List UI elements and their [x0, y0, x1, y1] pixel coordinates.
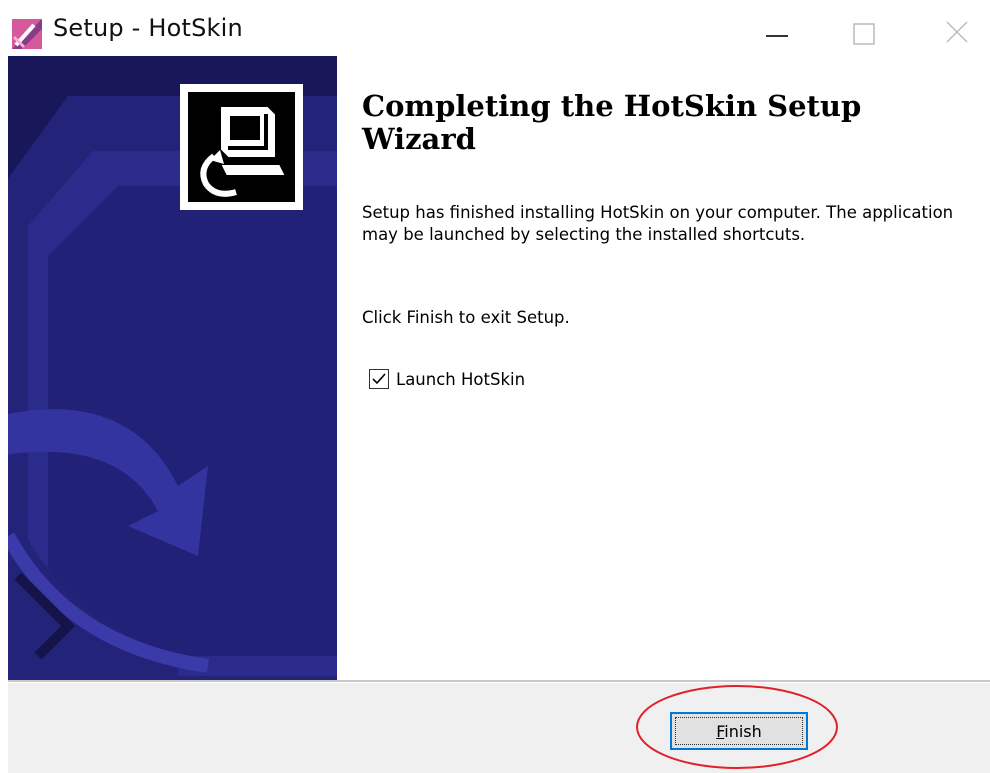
button-bar [8, 683, 990, 773]
wizard-banner [8, 56, 337, 680]
launch-hotskin-option[interactable]: Launch HotSkin [369, 367, 525, 391]
focus-rectangle [675, 717, 803, 745]
minimize-icon [766, 35, 788, 37]
window-title: Setup - HotSkin [53, 14, 243, 42]
hotskin-app-icon [12, 19, 42, 49]
close-button[interactable] [915, 0, 985, 56]
checkmark-icon [372, 373, 386, 385]
finish-button[interactable]: Finish [670, 712, 808, 750]
title-bar: Setup - HotSkin [0, 0, 990, 56]
launch-checkbox-label[interactable]: Launch HotSkin [396, 370, 525, 389]
wizard-content: Completing the HotSkin Setup Wizard Setu… [337, 56, 990, 680]
minimize-button[interactable] [746, 0, 816, 56]
computer-install-icon [188, 92, 295, 202]
finish-description: Setup has finished installing HotSkin on… [362, 203, 954, 244]
maximize-icon [853, 23, 875, 45]
setup-logo [180, 84, 303, 210]
close-icon [946, 21, 968, 43]
launch-checkbox[interactable] [369, 369, 389, 389]
maximize-button[interactable] [830, 0, 900, 56]
finish-instruction: Click Finish to exit Setup. [362, 308, 570, 327]
page-title: Completing the HotSkin Setup Wizard [362, 89, 862, 156]
